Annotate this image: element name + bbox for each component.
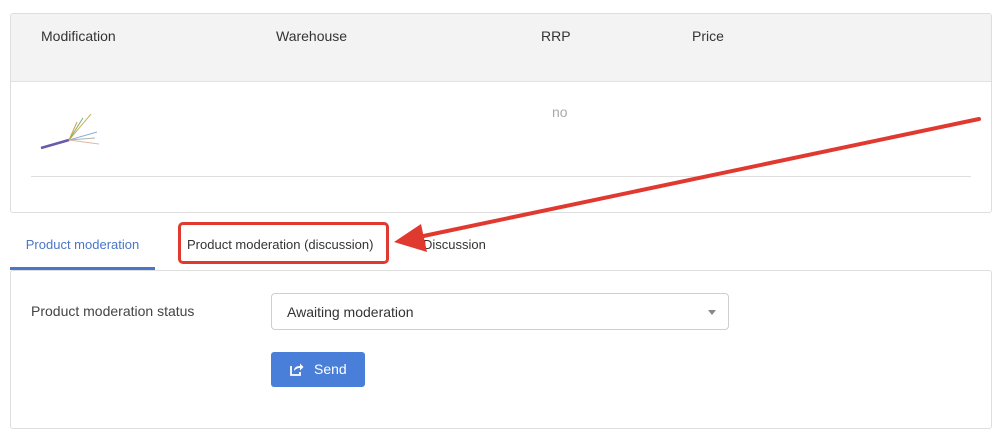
column-header-rrp: RRP: [541, 28, 571, 44]
rrp-value: no: [552, 104, 568, 120]
product-modifications-table: Modification Warehouse RRP Price no: [10, 13, 992, 213]
tab-product-moderation[interactable]: Product moderation: [10, 226, 155, 270]
table-row: no: [11, 82, 991, 178]
share-square-icon: [290, 363, 304, 376]
moderation-panel: Product moderation status Awaiting moder…: [10, 270, 992, 429]
tab-discussion[interactable]: Discussion: [423, 226, 486, 270]
table-header: Modification Warehouse RRP Price: [11, 14, 991, 82]
moderation-status-select[interactable]: Awaiting moderation: [271, 293, 729, 330]
select-value: Awaiting moderation: [287, 304, 414, 320]
tab-label: Product moderation (discussion): [187, 237, 374, 252]
moderation-status-label: Product moderation status: [31, 303, 195, 319]
caret-down-icon: [708, 310, 716, 315]
column-header-modification: Modification: [41, 28, 116, 44]
send-button[interactable]: Send: [271, 352, 365, 387]
tab-product-moderation-discussion[interactable]: Product moderation (discussion): [187, 226, 373, 270]
row-divider: [31, 176, 971, 177]
tab-label: Product moderation: [25, 237, 140, 252]
column-header-price: Price: [692, 28, 724, 44]
send-label: Send: [314, 361, 347, 377]
column-header-warehouse: Warehouse: [276, 28, 348, 44]
cable-thumbnail[interactable]: [39, 110, 101, 152]
tab-label: Discussion: [423, 237, 486, 252]
tab-bar: Product moderation Product moderation (d…: [10, 222, 992, 270]
